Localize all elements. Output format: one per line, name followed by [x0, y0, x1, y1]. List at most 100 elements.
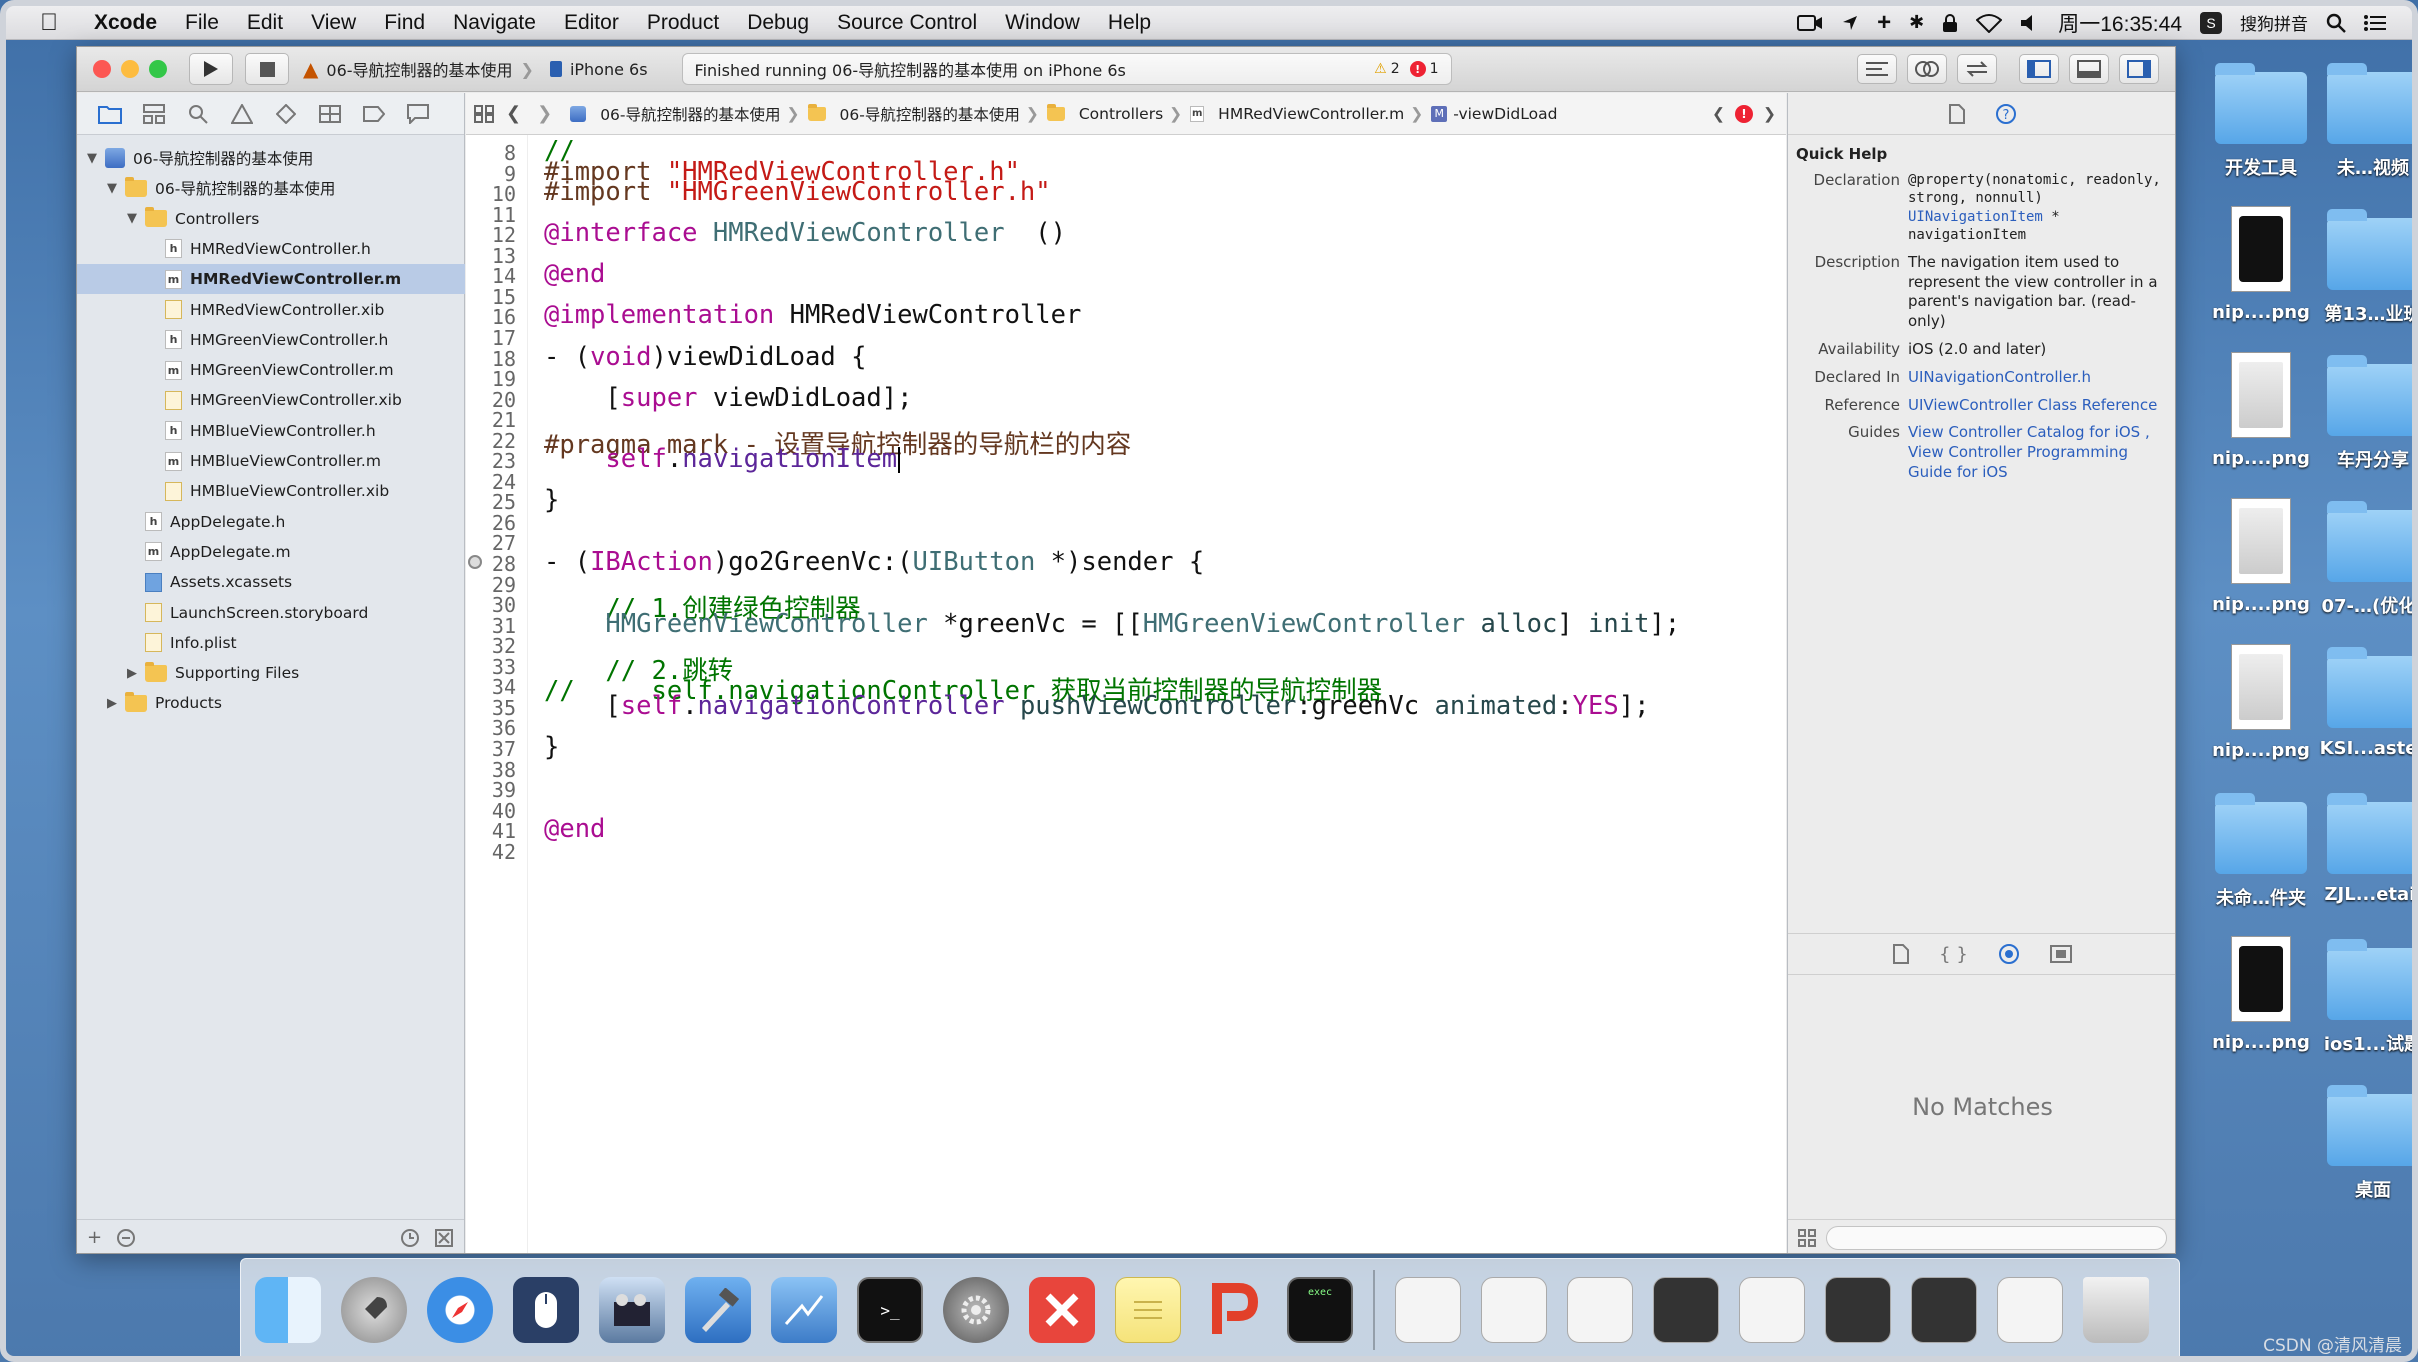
xmind-icon[interactable] — [1029, 1277, 1095, 1343]
menu-navigate[interactable]: Navigate — [453, 11, 536, 35]
minimize-window-button[interactable] — [121, 60, 139, 78]
version-editor-button[interactable] — [1957, 54, 1997, 84]
next-issue-icon[interactable]: ❯ — [1763, 105, 1776, 123]
file-tree-row[interactable]: Info.plist — [77, 628, 465, 658]
toggle-utilities-button[interactable] — [2119, 54, 2159, 84]
file-inspector-icon[interactable] — [1948, 103, 1965, 124]
desktop-item[interactable]: 开发工具 — [2196, 60, 2326, 180]
breakpoint-tag-icon[interactable] — [359, 99, 389, 129]
terminal-icon[interactable]: >_ — [857, 1277, 923, 1343]
apple-menu-icon[interactable]:  — [40, 9, 58, 37]
notification-center-icon[interactable] — [2364, 14, 2386, 32]
file-tree-row[interactable]: ▶ Products — [77, 688, 465, 718]
related-items-icon[interactable] — [474, 104, 494, 123]
window-thumbnail-icon[interactable] — [1653, 1277, 1719, 1343]
desktop-item[interactable]: nip....png — [2196, 498, 2326, 615]
close-window-button[interactable] — [93, 60, 111, 78]
file-tree-row[interactable]: ▶ Supporting Files — [77, 658, 465, 688]
recent-files-icon[interactable] — [400, 1228, 420, 1248]
notes-icon[interactable] — [1115, 1277, 1181, 1343]
lock-icon[interactable] — [1942, 13, 1958, 33]
window-thumbnail-icon[interactable] — [1911, 1277, 1977, 1343]
instruments-icon[interactable] — [771, 1277, 837, 1343]
library-filter-input[interactable] — [1826, 1225, 2167, 1250]
error-badge[interactable]: ! 1 — [1409, 61, 1439, 77]
movie-maker-icon[interactable] — [599, 1277, 665, 1343]
xcode-hammer-icon[interactable] — [685, 1277, 751, 1343]
document-thumbnail-icon[interactable] — [1567, 1277, 1633, 1343]
location-icon[interactable] — [1841, 14, 1859, 32]
clock[interactable]: 周一16:35:44 — [2058, 8, 2182, 38]
desktop-item[interactable]: 07-…(优化) — [2308, 498, 2418, 618]
file-tree-row[interactable]: m HMRedViewController.m — [77, 264, 465, 295]
menu-view[interactable]: View — [311, 11, 356, 35]
grid-view-icon[interactable] — [1798, 1228, 1816, 1247]
file-tree-row[interactable]: ▼ 06-导航控制器的基本使用 — [77, 143, 465, 173]
file-tree-row[interactable]: m AppDelegate.m — [77, 537, 465, 567]
disclosure-closed-icon[interactable]: ▶ — [125, 666, 139, 681]
document-thumbnail-icon[interactable] — [1481, 1277, 1547, 1343]
disclosure-open-icon[interactable]: ▼ — [125, 211, 139, 226]
disclosure-open-icon[interactable]: ▼ — [85, 151, 99, 166]
desktop-item[interactable]: 第13…业班 — [2308, 206, 2418, 326]
menu-file[interactable]: File — [185, 11, 219, 35]
input-method-label[interactable]: 搜狗拼音 — [2240, 10, 2308, 35]
crumb-group[interactable]: 06-导航控制器的基本使用 — [807, 103, 1020, 125]
declared-in-link[interactable]: UINavigationController.h — [1908, 368, 2167, 388]
code-area[interactable]: //#import "HMRedViewController.h" #import… — [466, 135, 1786, 1253]
bluetooth-icon[interactable]: ✱ — [1909, 12, 1924, 33]
file-tree-row[interactable]: m HMBlueViewController.m — [77, 446, 465, 476]
zoom-window-button[interactable] — [149, 60, 167, 78]
launchpad-rocket-icon[interactable] — [341, 1277, 407, 1343]
guides-link[interactable]: View Controller Catalog for iOS , View C… — [1908, 423, 2167, 482]
desktop-item[interactable]: ZJL...etail — [2308, 790, 2418, 905]
screen-record-icon[interactable] — [1797, 13, 1823, 33]
document-thumbnail-icon[interactable] — [1997, 1277, 2063, 1343]
desktop-item[interactable]: nip....png — [2196, 206, 2326, 323]
presentation-p-icon[interactable] — [1201, 1277, 1267, 1343]
previous-issue-icon[interactable]: ❮ — [1712, 105, 1725, 123]
stop-button[interactable] — [245, 53, 289, 85]
symbol-navigator-icon[interactable] — [139, 99, 169, 129]
document-thumbnail-icon[interactable] — [1395, 1277, 1461, 1343]
mouse-utility-icon[interactable] — [513, 1277, 579, 1343]
spotlight-icon[interactable] — [2326, 13, 2346, 33]
trash-icon[interactable] — [2083, 1277, 2149, 1343]
crumb-project[interactable]: 06-导航控制器的基本使用 — [570, 103, 781, 125]
add-file-icon[interactable]: + — [87, 1227, 102, 1248]
document-thumbnail-icon[interactable] — [1739, 1277, 1805, 1343]
error-icon[interactable]: ! — [1735, 104, 1753, 123]
desktop-item[interactable]: 未…视频 — [2308, 60, 2418, 180]
back-arrow-icon[interactable]: ❮ — [506, 103, 521, 124]
desktop-item[interactable]: 桌面 — [2308, 1082, 2418, 1202]
toggle-debug-button[interactable] — [2069, 54, 2109, 84]
warning-badge[interactable]: ⚠ 2 — [1374, 61, 1399, 77]
plus-status-icon[interactable]: + — [1877, 9, 1891, 37]
file-tree-row[interactable]: h HMRedViewController.h — [77, 234, 465, 264]
file-template-icon[interactable] — [1893, 944, 1910, 964]
issue-warning-icon[interactable] — [227, 99, 257, 129]
menu-window[interactable]: Window — [1005, 11, 1080, 35]
assistant-editor-button[interactable] — [1907, 54, 1947, 84]
volume-icon[interactable] — [2020, 14, 2040, 32]
desktop-item[interactable]: KSI...aster — [2308, 644, 2418, 759]
menu-edit[interactable]: Edit — [247, 11, 283, 35]
file-tree-row[interactable]: HMGreenViewController.xib — [77, 385, 465, 415]
input-method-icon[interactable]: S — [2200, 11, 2222, 34]
menu-editor[interactable]: Editor — [564, 11, 619, 35]
menu-debug[interactable]: Debug — [747, 11, 809, 35]
declaration-type-link[interactable]: UINavigationItem — [1908, 209, 2043, 225]
file-tree-row[interactable]: Assets.xcassets — [77, 567, 465, 597]
menu-product[interactable]: Product — [647, 11, 719, 35]
quick-help-icon[interactable]: ? — [1995, 103, 2017, 125]
menu-help[interactable]: Help — [1108, 11, 1151, 35]
file-tree-row[interactable]: m HMGreenViewController.m — [77, 355, 465, 385]
console-icon[interactable]: exec — [1287, 1277, 1353, 1343]
desktop-item[interactable]: 未命…件夹 — [2196, 790, 2326, 910]
safari-compass-icon[interactable] — [427, 1277, 493, 1343]
debug-grid-icon[interactable] — [315, 99, 345, 129]
file-tree-row[interactable]: HMBlueViewController.xib — [77, 476, 465, 506]
disclosure-closed-icon[interactable]: ▶ — [105, 696, 119, 711]
menu-source-control[interactable]: Source Control — [837, 11, 977, 35]
app-menu[interactable]: Xcode — [94, 11, 157, 35]
